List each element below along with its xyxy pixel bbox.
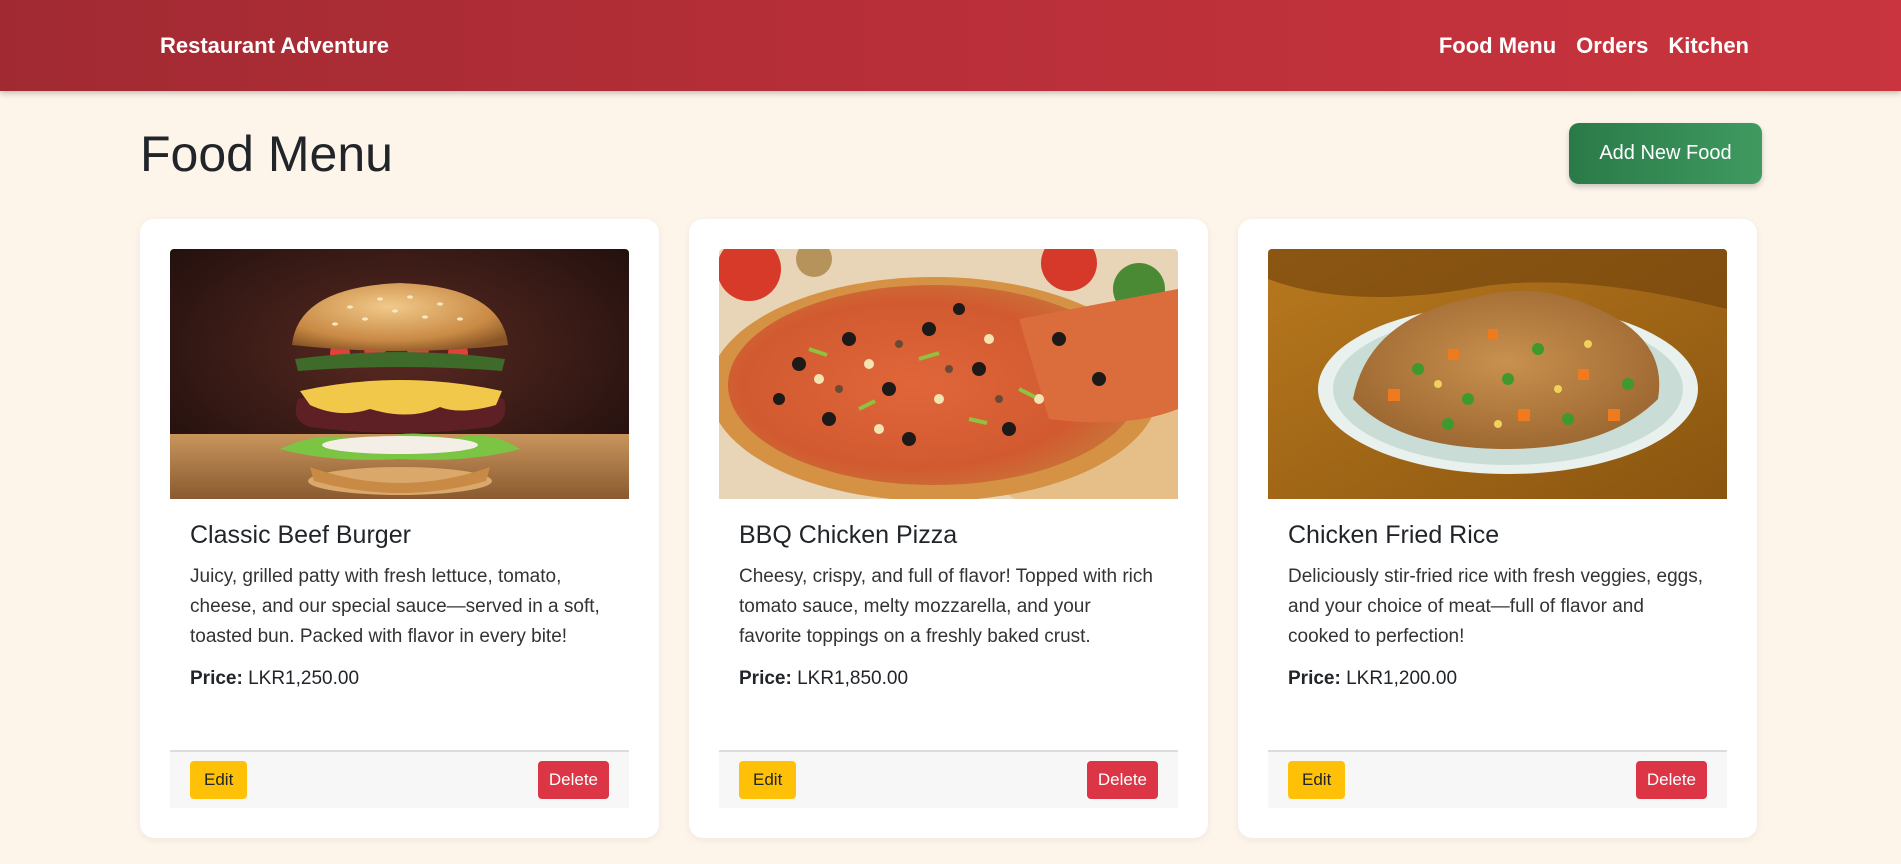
food-description: Deliciously stir-fried rice with fresh v… xyxy=(1288,566,1703,647)
brand-link[interactable]: Restaurant Adventure xyxy=(160,33,389,59)
food-title: Classic Beef Burger xyxy=(190,521,411,549)
page-title: Food Menu xyxy=(140,126,393,182)
add-new-food-button[interactable]: Add New Food xyxy=(1569,122,1762,184)
price-value: LKR1,250.00 xyxy=(248,668,360,689)
food-description: Cheesy, crispy, and full of flavor! Topp… xyxy=(739,566,1153,647)
card-footer: Edit Delete xyxy=(719,750,1178,808)
delete-button[interactable]: Delete xyxy=(1635,761,1707,799)
price-value: LKR1,200.00 xyxy=(1346,668,1458,689)
navbar: Restaurant Adventure Food Menu Orders Ki… xyxy=(0,0,1901,91)
nav-link-orders[interactable]: Orders xyxy=(1576,33,1648,59)
price-label: Price: xyxy=(739,668,792,689)
edit-button[interactable]: Edit xyxy=(190,761,248,799)
pizza-image xyxy=(719,249,1178,499)
price-value: LKR1,850.00 xyxy=(797,668,909,689)
food-card: Classic Beef Burger Juicy, grilled patty… xyxy=(140,219,659,838)
price-label: Price: xyxy=(1288,668,1341,689)
page-header: Food Menu Add New Food xyxy=(140,121,1762,185)
fried-rice-image xyxy=(1268,249,1727,499)
food-card-list: Classic Beef Burger Juicy, grilled patty… xyxy=(140,219,1761,838)
nav-link-kitchen[interactable]: Kitchen xyxy=(1668,33,1749,59)
card-footer: Edit Delete xyxy=(1268,750,1727,808)
card-body: Chicken Fried Rice Deliciously stir-frie… xyxy=(1268,499,1727,690)
food-price: Price: LKR1,200.00 xyxy=(1288,668,1707,690)
food-price: Price: LKR1,850.00 xyxy=(739,668,1158,690)
nav-link-food-menu[interactable]: Food Menu xyxy=(1439,33,1556,59)
burger-image xyxy=(170,249,629,499)
food-title: Chicken Fried Rice xyxy=(1288,521,1500,549)
food-price: Price: LKR1,250.00 xyxy=(190,668,609,690)
main-content: Food Menu Add New Food Classic Beef Burg… xyxy=(0,121,1901,838)
price-label: Price: xyxy=(190,668,243,689)
food-card: BBQ Chicken Pizza Cheesy, crispy, and fu… xyxy=(689,219,1208,838)
nav-links: Food Menu Orders Kitchen xyxy=(1439,33,1749,59)
food-description: Juicy, grilled patty with fresh lettuce,… xyxy=(190,566,600,647)
delete-button[interactable]: Delete xyxy=(1086,761,1158,799)
food-title: BBQ Chicken Pizza xyxy=(739,521,958,549)
card-body: Classic Beef Burger Juicy, grilled patty… xyxy=(170,499,629,690)
edit-button[interactable]: Edit xyxy=(1288,761,1346,799)
delete-button[interactable]: Delete xyxy=(537,761,609,799)
food-card: Chicken Fried Rice Deliciously stir-frie… xyxy=(1238,219,1757,838)
card-body: BBQ Chicken Pizza Cheesy, crispy, and fu… xyxy=(719,499,1178,690)
card-footer: Edit Delete xyxy=(170,750,629,808)
edit-button[interactable]: Edit xyxy=(739,761,797,799)
